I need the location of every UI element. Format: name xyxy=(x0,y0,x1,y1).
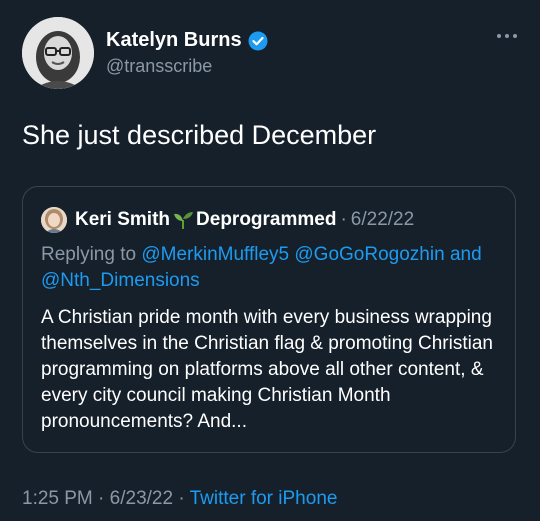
quote-date: 6/22/22 xyxy=(350,209,415,230)
author-name-row: Katelyn Burns xyxy=(106,29,268,52)
author-handle[interactable]: @transscribe xyxy=(106,56,212,77)
tweet-date[interactable]: 6/23/22 xyxy=(110,488,173,509)
quote-header: Keri Smith Deprogrammed · 6/22/22 xyxy=(41,207,414,233)
quote-author-avatar xyxy=(41,207,67,233)
mention-link[interactable]: @Nth_Dimensions xyxy=(41,270,200,291)
quote-text: A Christian pride month with every busin… xyxy=(41,307,493,432)
author-avatar[interactable] xyxy=(22,17,94,89)
quote-author-name: Keri Smith xyxy=(75,209,171,230)
meta-separator: · xyxy=(178,488,185,509)
replying-to-line: Replying to @MerkinMuffley5 @GoGoRogozhi… xyxy=(41,242,501,294)
meta-separator: · xyxy=(98,488,105,509)
quote-author-name-suffix: Deprogrammed xyxy=(196,209,337,230)
quote-separator: · xyxy=(340,209,347,230)
tweet-source-link[interactable]: Twitter for iPhone xyxy=(190,488,338,509)
tweet-text: She just described December xyxy=(22,120,377,150)
more-horizontal-icon[interactable] xyxy=(496,28,518,39)
verified-badge-icon xyxy=(248,31,268,51)
tweet-time[interactable]: 1:25 PM xyxy=(22,488,93,509)
author-display-name[interactable]: Katelyn Burns xyxy=(106,29,242,52)
and-label: and xyxy=(449,244,482,265)
tweet-meta: 1:25 PM · 6/23/22 · Twitter for iPhone xyxy=(22,488,337,510)
seedling-emoji-icon xyxy=(172,210,194,230)
mention-link[interactable]: @MerkinMuffley5 xyxy=(141,244,289,265)
replying-to-label: Replying to xyxy=(41,244,137,265)
mention-link[interactable]: @GoGoRogozhin xyxy=(294,244,444,265)
quoted-tweet-card[interactable]: Keri Smith Deprogrammed · 6/22/22 Replyi… xyxy=(22,186,516,453)
